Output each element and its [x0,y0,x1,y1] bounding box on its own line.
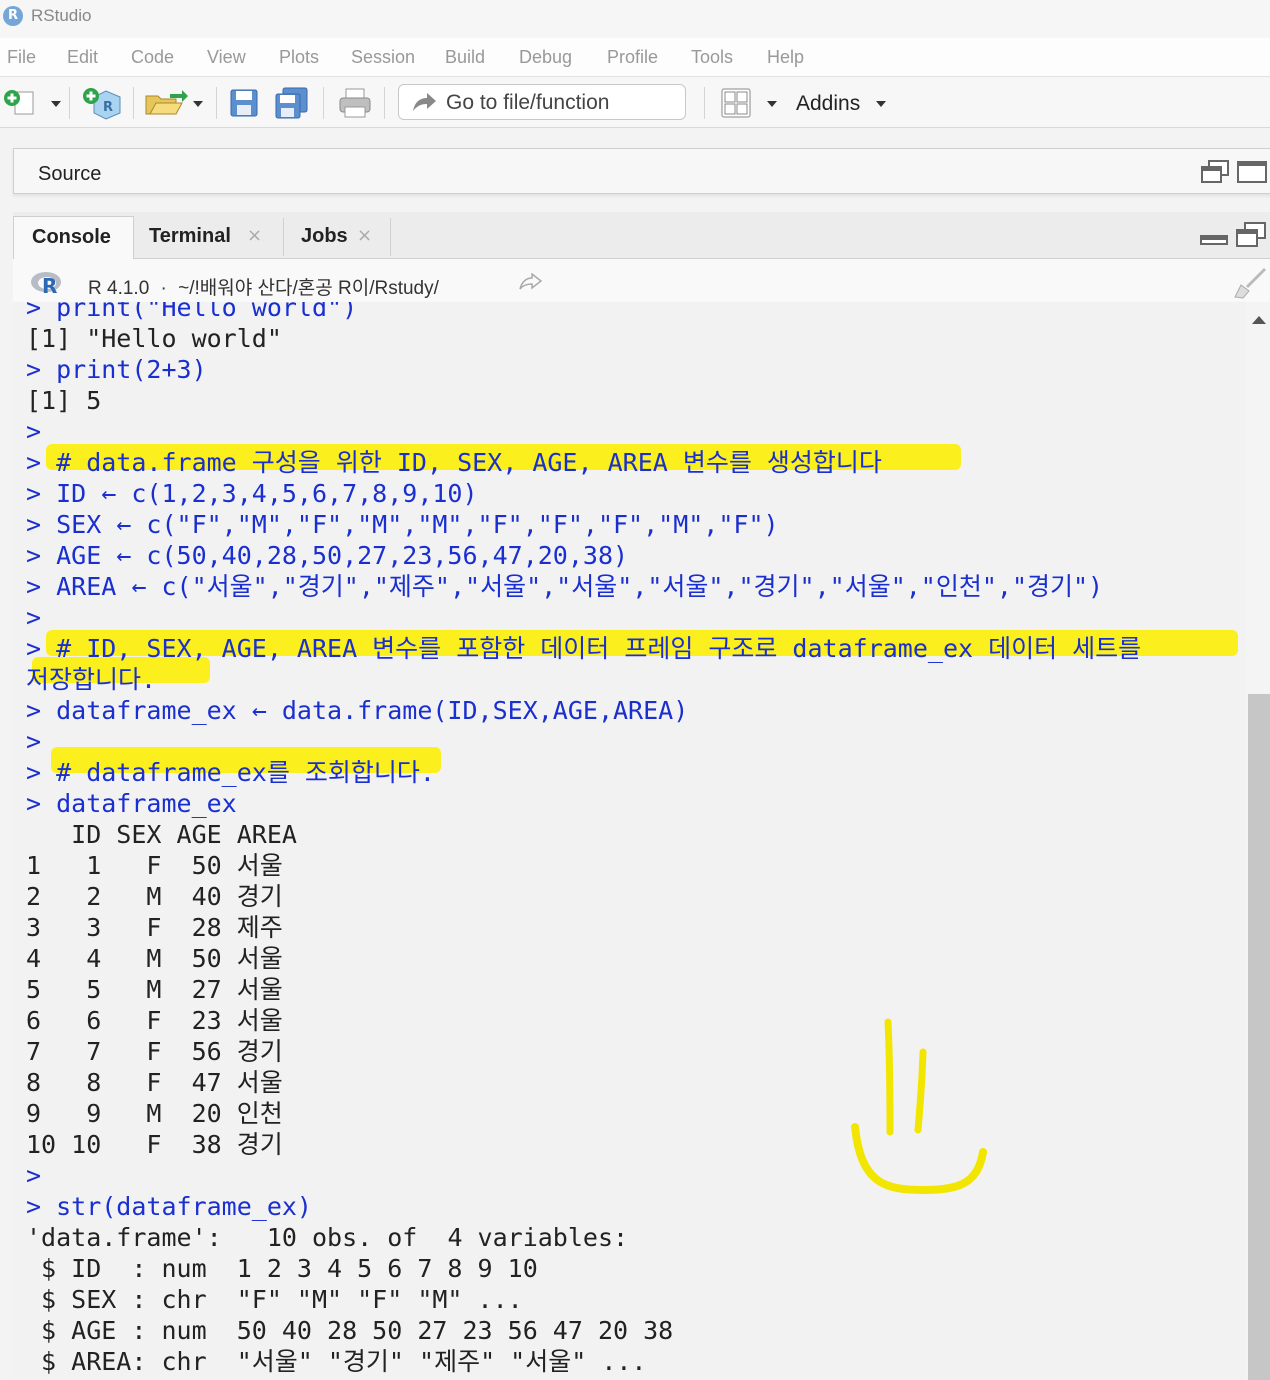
open-file-icon[interactable] [144,90,188,120]
console-line: $ ID : num 1 2 3 4 5 6 7 8 9 10 [26,1254,538,1283]
new-file-dropdown-icon[interactable] [51,101,61,107]
console-line: > print("Hello world") [26,302,358,322]
smiley-annotation [851,1018,987,1195]
console-line: 8 8 F 47 서울 [26,1068,283,1097]
tab-console[interactable]: Console [13,216,134,260]
tab-console-label: Console [32,226,111,248]
console-line: > dataframe_ex ← data.frame(ID,SEX,AGE,A… [26,696,689,725]
svg-text:R: R [103,100,113,115]
console-line: $ SEX : chr "F" "M" "F" "M" ... [26,1285,523,1314]
addins-menu[interactable]: Addins [796,92,860,116]
scroll-up-arrow-icon[interactable] [1252,316,1266,324]
restore-pane-icon[interactable] [1200,160,1230,188]
tab-jobs-label: Jobs [301,225,348,247]
scrollbar-thumb[interactable] [1248,694,1270,1380]
console-scrollbar[interactable] [1246,302,1270,1380]
rstudio-logo-icon: R [3,6,23,26]
tab-jobs[interactable]: Jobs × [285,216,388,258]
console-line: > SEX ← c("F","M","F","M","M","F","F","F… [26,510,779,539]
console-line: 7 7 F 56 경기 [26,1037,283,1066]
menu-code[interactable]: Code [131,47,174,68]
source-pane-label[interactable]: Source [38,163,101,186]
console-line: > # dataframe_ex를 조회합니다. [26,758,435,787]
console-line: 'data.frame': 10 obs. of 4 variables: [26,1223,629,1252]
window-title: RStudio [31,6,92,25]
restore-console-pane-icon[interactable] [1235,222,1267,252]
console-line: > # data.frame 구성을 위한 ID, SEX, AGE, AREA… [26,448,882,477]
console-line: > print(2+3) [26,355,207,384]
menu-bar: File Edit Code View Plots Session Build … [0,38,1270,77]
tab-terminal-label: Terminal [149,225,231,247]
new-project-icon[interactable]: R [82,87,122,125]
menu-help[interactable]: Help [767,47,804,68]
console-line: > [26,603,42,632]
go-to-placeholder: Go to file/function [446,91,610,114]
menu-edit[interactable]: Edit [67,47,98,68]
print-icon[interactable] [339,88,371,122]
menu-file[interactable]: File [7,47,36,68]
minimize-pane-icon[interactable] [1199,228,1229,250]
console-header: R R 4.1.0 · ~/!배워야 산다/혼공 R이/Rstudy/ [13,259,1270,302]
console-line: > [26,417,42,446]
title-bar: R RStudio [0,0,1270,38]
addins-dropdown-icon[interactable] [876,101,886,107]
menu-session[interactable]: Session [351,47,415,68]
console-line: > AREA ← c("서울","경기","제주","서울","서울","서울"… [26,572,1104,601]
save-icon[interactable] [230,89,258,121]
console-line: [1] 5 [26,386,102,415]
maximize-pane-icon[interactable] [1236,160,1268,188]
console-line: 저장합니다. [26,665,157,694]
console-line: $ AGE : num 50 40 28 50 27 23 56 47 20 3… [26,1316,674,1345]
go-to-directory-icon[interactable] [519,272,543,295]
menu-debug[interactable]: Debug [519,47,572,68]
close-terminal-icon[interactable]: × [247,225,262,246]
close-jobs-icon[interactable]: × [357,225,372,246]
console-line: 6 6 F 23 서울 [26,1006,283,1035]
console-line: 9 9 M 20 인천 [26,1099,283,1128]
console-line: 5 5 M 27 서울 [26,975,283,1004]
console-line: > str(dataframe_ex) [26,1192,312,1221]
save-all-icon[interactable] [275,87,309,123]
console-line: ID SEX AGE AREA [26,820,297,849]
console-line: 1 1 F 50 서울 [26,851,283,880]
working-directory-path: ~/!배워야 산다/혼공 R이/Rstudy/ [178,278,439,299]
workspace-panes-icon[interactable] [721,88,751,122]
workspace-panes-dropdown-icon[interactable] [767,101,777,107]
source-pane: Source [13,148,1270,194]
new-file-icon[interactable] [3,89,37,119]
open-file-dropdown-icon[interactable] [193,101,203,107]
console-line: 10 10 F 38 경기 [26,1130,283,1159]
console-working-directory: R 4.1.0 · ~/!배워야 산다/혼공 R이/Rstudy/ [88,273,439,300]
r-logo-icon: R [30,271,66,299]
console-line: > ID ← c(1,2,3,4,5,6,7,8,9,10) [26,479,478,508]
tab-terminal[interactable]: Terminal × [133,216,283,258]
menu-tools[interactable]: Tools [691,47,733,68]
console-line: [1] "Hello world" [26,324,282,353]
console-line: > AGE ← c(50,40,28,50,27,23,56,47,20,38) [26,541,629,570]
main-toolbar: R Go to file/function Addins [0,77,1270,128]
console-line: 4 4 M 50 서울 [26,944,283,973]
go-to-arrow-icon [411,91,437,117]
console-line: > # ID, SEX, AGE, AREA 변수를 포함한 데이터 프레임 구… [26,634,1142,663]
console-line: > [26,727,42,756]
console-line: 2 2 M 40 경기 [26,882,283,911]
console-tab-bar: Console Terminal × Jobs × [13,212,1270,260]
console-line: 3 3 F 28 제주 [26,913,283,942]
path-separator: · [160,278,167,299]
console-line: $ AREA: chr "서울" "경기" "제주" "서울" ... [26,1347,647,1376]
menu-plots[interactable]: Plots [279,47,319,68]
clear-console-broom-icon[interactable] [1231,267,1267,303]
console-line: > dataframe_ex [26,789,237,818]
console-line: > [26,1161,42,1190]
menu-view[interactable]: View [207,47,246,68]
menu-build[interactable]: Build [445,47,485,68]
go-to-file-function-input[interactable]: Go to file/function [398,84,686,120]
r-version: R 4.1.0 [88,278,150,299]
console-output[interactable]: > print("Hello world") [1] "Hello world" >… [13,302,1246,1380]
svg-text:R: R [42,274,57,295]
menu-profile[interactable]: Profile [607,47,658,68]
